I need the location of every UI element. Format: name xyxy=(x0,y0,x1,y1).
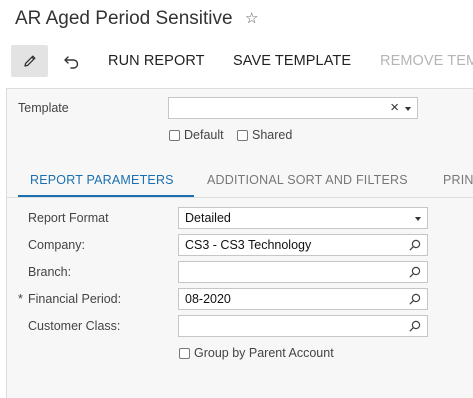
customer-class-label: Customer Class: xyxy=(28,319,121,333)
company-field[interactable]: CS3 - CS3 Technology xyxy=(178,234,428,256)
report-format-value: Detailed xyxy=(185,211,231,225)
search-icon[interactable] xyxy=(409,293,421,305)
company-label: Company: xyxy=(28,238,85,252)
report-panel: Template × Default Shared REPORT PARAMET… xyxy=(6,88,473,398)
template-label: Template xyxy=(18,101,69,115)
default-checkbox[interactable] xyxy=(169,130,180,141)
remove-template-button[interactable]: REMOVE TEM xyxy=(380,53,473,69)
financial-period-field[interactable]: 08-2020 xyxy=(178,288,428,310)
tab-additional-sort-and-filters[interactable]: ADDITIONAL SORT AND FILTERS xyxy=(207,173,408,187)
tab-print[interactable]: PRIN xyxy=(443,173,473,187)
page-title: AR Aged Period Sensitive xyxy=(15,8,233,29)
undo-icon xyxy=(64,56,79,69)
shared-label: Shared xyxy=(252,128,293,142)
tab-bar: REPORT PARAMETERS ADDITIONAL SORT AND FI… xyxy=(7,167,473,197)
default-label: Default xyxy=(184,128,224,142)
company-value: CS3 - CS3 Technology xyxy=(185,238,312,252)
edit-button[interactable] xyxy=(11,45,48,77)
chevron-down-icon[interactable] xyxy=(415,217,421,221)
report-format-select[interactable]: Detailed xyxy=(178,207,428,229)
chevron-down-icon[interactable] xyxy=(405,107,411,111)
tab-report-parameters[interactable]: REPORT PARAMETERS xyxy=(30,173,174,187)
template-select[interactable]: × xyxy=(168,97,418,119)
branch-label: Branch: xyxy=(28,265,72,279)
clear-icon[interactable]: × xyxy=(390,98,399,118)
financial-period-label: Financial Period: xyxy=(28,292,122,306)
undo-button[interactable] xyxy=(58,45,88,77)
required-marker: * xyxy=(18,292,23,306)
search-icon[interactable] xyxy=(409,239,421,251)
tab-divider xyxy=(7,197,473,198)
run-report-button[interactable]: RUN REPORT xyxy=(108,53,205,69)
save-template-button[interactable]: SAVE TEMPLATE xyxy=(233,53,351,69)
favorite-star-icon[interactable]: ☆ xyxy=(245,9,258,27)
group-by-parent-label: Group by Parent Account xyxy=(194,346,334,360)
report-format-label: Report Format xyxy=(28,211,109,225)
group-by-parent-checkbox[interactable] xyxy=(179,348,190,359)
financial-period-value: 08-2020 xyxy=(185,292,231,306)
search-icon[interactable] xyxy=(409,266,421,278)
customer-class-field[interactable] xyxy=(178,315,428,337)
pencil-icon xyxy=(24,55,36,67)
search-icon[interactable] xyxy=(409,320,421,332)
branch-field[interactable] xyxy=(178,261,428,283)
shared-checkbox[interactable] xyxy=(237,130,248,141)
toolbar: RUN REPORT SAVE TEMPLATE REMOVE TEM xyxy=(0,43,473,79)
